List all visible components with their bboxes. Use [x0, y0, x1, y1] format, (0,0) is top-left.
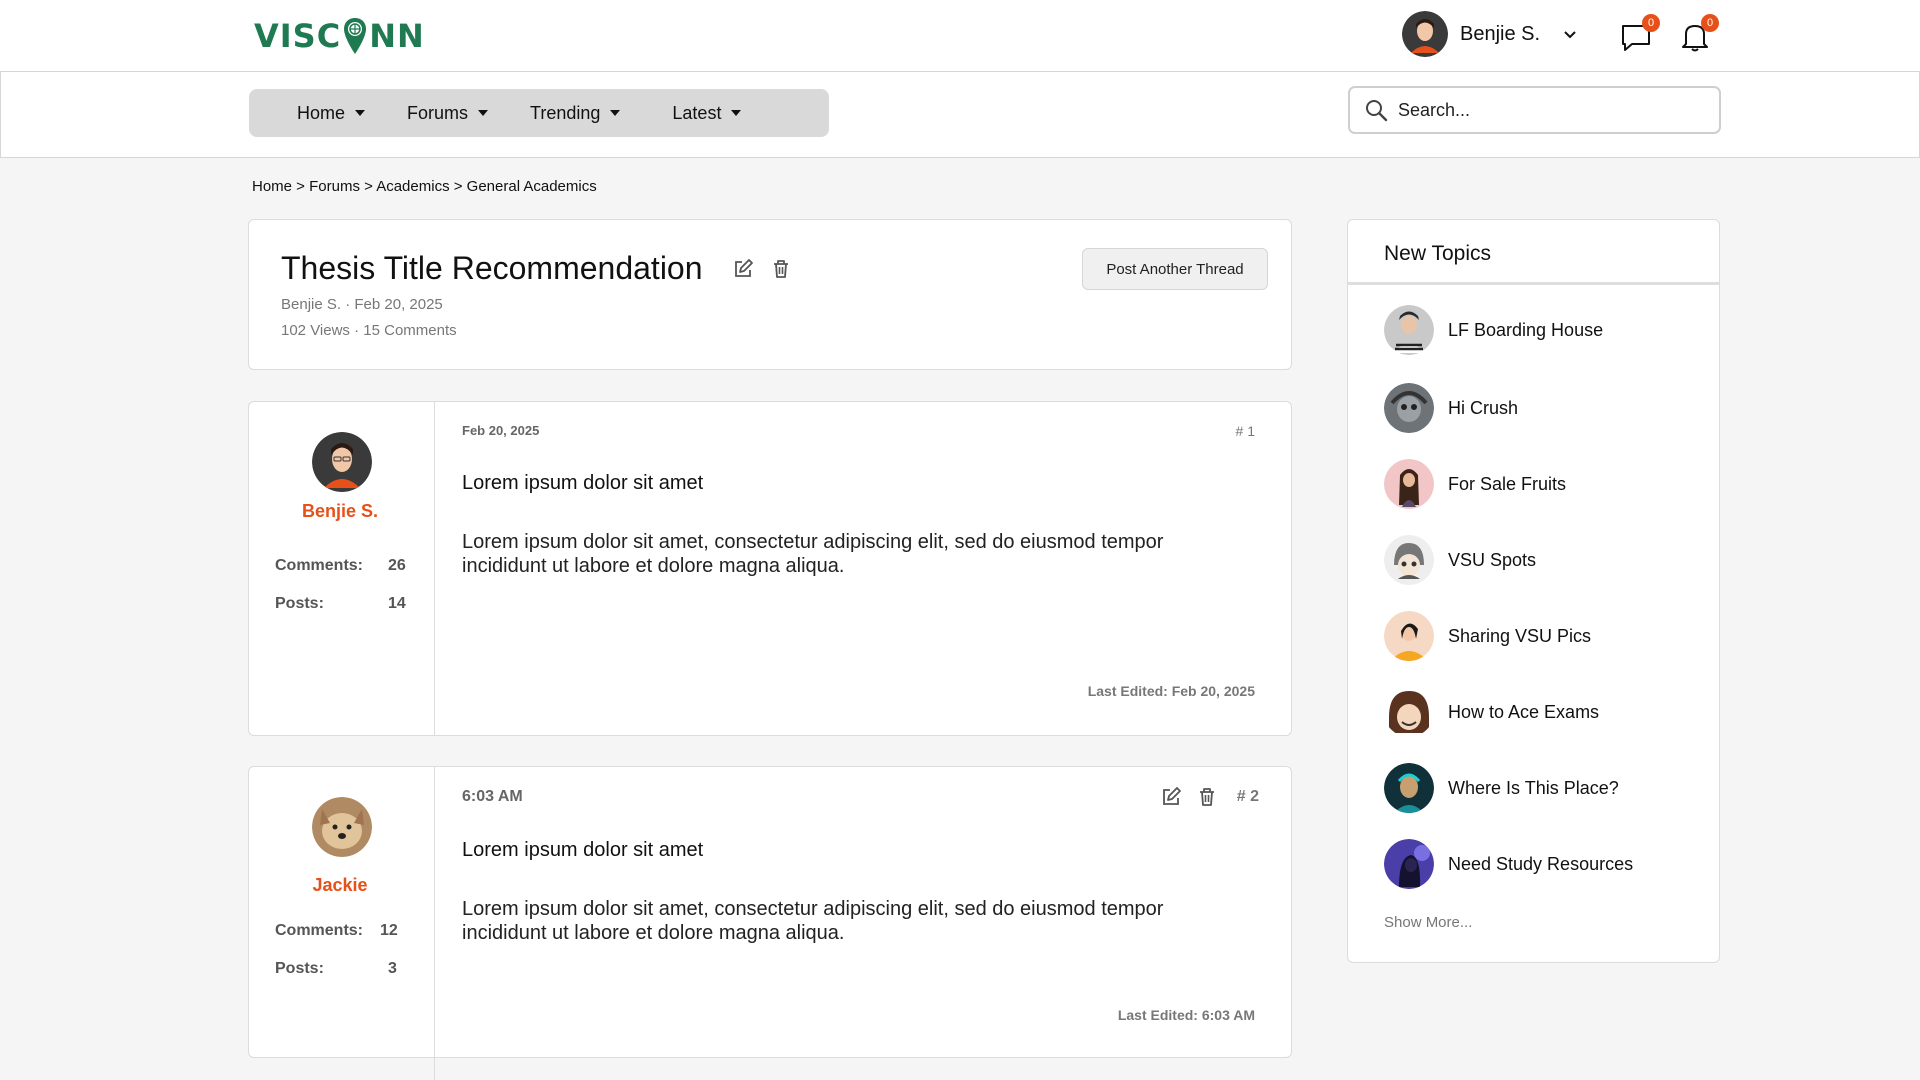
- post-author-panel: Jackie Comments: 12 Posts: 3: [249, 767, 435, 1080]
- post-author-panel: Benjie S. Comments: 26 Posts: 14: [249, 402, 435, 735]
- avatar[interactable]: [312, 432, 372, 492]
- caret-down-icon: [610, 110, 621, 116]
- search-bar[interactable]: [1348, 86, 1721, 134]
- post-card: Jackie Comments: 12 Posts: 3 6:03 AM # 2…: [248, 766, 1292, 1080]
- avatar: [1384, 763, 1434, 813]
- thread-header: Thesis Title Recommendation Benjie S. · …: [248, 219, 1292, 370]
- post-timestamp: 6:03 AM: [462, 788, 523, 805]
- post-subject: Lorem ipsum dolor sit amet: [462, 839, 704, 861]
- post-body: Lorem ipsum dolor sit amet, consectetur …: [462, 898, 1164, 944]
- posts-label: Posts:: [275, 960, 324, 977]
- avatar: [1384, 305, 1434, 355]
- topic-item[interactable]: Hi Crush: [1384, 383, 1518, 433]
- post-number[interactable]: # 1: [1236, 423, 1255, 439]
- nav-item-label: Trending: [530, 102, 601, 123]
- new-topics-panel: New Topics LF Boarding House Hi Crush Fo…: [1347, 219, 1720, 963]
- posts-count: 14: [388, 595, 406, 612]
- avatar: [1384, 687, 1434, 737]
- avatar: [1384, 459, 1434, 509]
- avatar: [1402, 11, 1448, 57]
- nav-item-label: Latest: [672, 102, 722, 123]
- nav-bar: Home Forums Trending Latest: [0, 72, 1920, 158]
- topic-label: Need Study Resources: [1448, 853, 1634, 874]
- thread-actions: [732, 258, 792, 280]
- main-nav: Home Forums Trending Latest: [249, 89, 829, 137]
- trash-icon[interactable]: [1196, 786, 1218, 808]
- avatar: [1384, 535, 1434, 585]
- topic-label: How to Ace Exams: [1448, 701, 1600, 722]
- posts-label: Posts:: [275, 595, 324, 612]
- author-name[interactable]: Jackie: [249, 875, 431, 896]
- nav-item-forums[interactable]: Forums: [407, 102, 489, 124]
- post-another-thread-button[interactable]: Post Another Thread: [1082, 248, 1268, 290]
- notifications-button[interactable]: 0: [1677, 14, 1719, 54]
- edit-icon[interactable]: [1160, 786, 1182, 808]
- nav-item-latest[interactable]: Latest: [672, 102, 742, 124]
- logo[interactable]: VISC NN: [254, 14, 425, 58]
- comments-label: Comments:: [275, 922, 364, 939]
- last-edited: Last Edited: 6:03 AM: [1117, 1007, 1255, 1023]
- comments-count: 12: [380, 922, 398, 939]
- post-subject: Lorem ipsum dolor sit amet: [462, 472, 704, 494]
- post-card: Benjie S. Comments: 26 Posts: 14 Feb 20,…: [248, 401, 1292, 736]
- topic-item[interactable]: Need Study Resources: [1384, 839, 1633, 889]
- user-name: Benjie S.: [1460, 22, 1541, 45]
- nav-item-trending[interactable]: Trending: [530, 102, 621, 124]
- user-menu[interactable]: Benjie S.: [1402, 10, 1578, 58]
- breadcrumb[interactable]: Home > Forums > Academics > General Acad…: [252, 178, 597, 195]
- post-body: Lorem ipsum dolor sit amet, consectetur …: [462, 531, 1164, 577]
- thread-stats: 102 Views · 15 Comments: [281, 322, 457, 339]
- logo-text-start: VISC: [254, 17, 342, 55]
- new-topics-title: New Topics: [1384, 242, 1491, 265]
- caret-down-icon: [478, 110, 489, 116]
- topic-item[interactable]: Sharing VSU Pics: [1384, 611, 1591, 661]
- comments-label: Comments:: [275, 557, 364, 574]
- topic-item[interactable]: For Sale Fruits: [1384, 459, 1566, 509]
- topic-label: For Sale Fruits: [1448, 473, 1567, 494]
- caret-down-icon: [355, 110, 366, 116]
- avatar: [1384, 839, 1434, 889]
- nav-item-label: Forums: [407, 102, 469, 123]
- thread-author-date: Benjie S. · Feb 20, 2025: [281, 296, 443, 313]
- divider: [1348, 282, 1719, 285]
- topic-item[interactable]: Where Is This Place?: [1384, 763, 1619, 813]
- trash-icon[interactable]: [770, 258, 792, 280]
- topic-label: Where Is This Place?: [1448, 777, 1619, 798]
- post-actions: [1160, 786, 1218, 808]
- search-icon: [1366, 100, 1388, 122]
- topic-label: Hi Crush: [1448, 397, 1519, 418]
- topic-item[interactable]: LF Boarding House: [1384, 305, 1603, 355]
- topic-label: Sharing VSU Pics: [1448, 625, 1592, 646]
- messages-count-badge: 0: [1642, 14, 1660, 32]
- logo-text-end: NN: [369, 17, 425, 55]
- topic-label: LF Boarding House: [1448, 319, 1604, 340]
- search-input[interactable]: [1398, 99, 1678, 121]
- thread-title: Thesis Title Recommendation: [281, 250, 703, 286]
- comments-count: 26: [388, 557, 406, 574]
- topic-item[interactable]: VSU Spots: [1384, 535, 1536, 585]
- chevron-down-icon[interactable]: [1562, 26, 1578, 42]
- topic-item[interactable]: How to Ace Exams: [1384, 687, 1599, 737]
- last-edited: Last Edited: Feb 20, 2025: [1087, 683, 1255, 699]
- nav-item-label: Home: [297, 102, 346, 123]
- posts-count: 3: [388, 960, 397, 977]
- show-more-link[interactable]: Show More...: [1384, 914, 1472, 931]
- avatar[interactable]: [312, 797, 372, 857]
- logo-pin-icon: [344, 18, 367, 54]
- caret-down-icon: [731, 110, 742, 116]
- top-bar: VISC NN Benjie S. 0 0: [0, 0, 1920, 72]
- edit-icon[interactable]: [732, 258, 754, 280]
- messages-button[interactable]: 0: [1618, 14, 1660, 54]
- post-timestamp: Feb 20, 2025: [462, 423, 540, 438]
- author-name[interactable]: Benjie S.: [249, 501, 431, 522]
- nav-item-home[interactable]: Home: [297, 102, 366, 124]
- post-number[interactable]: # 2: [1237, 788, 1259, 806]
- notifications-count-badge: 0: [1701, 14, 1719, 32]
- topic-label: VSU Spots: [1448, 549, 1537, 570]
- avatar: [1384, 383, 1434, 433]
- avatar: [1384, 611, 1434, 661]
